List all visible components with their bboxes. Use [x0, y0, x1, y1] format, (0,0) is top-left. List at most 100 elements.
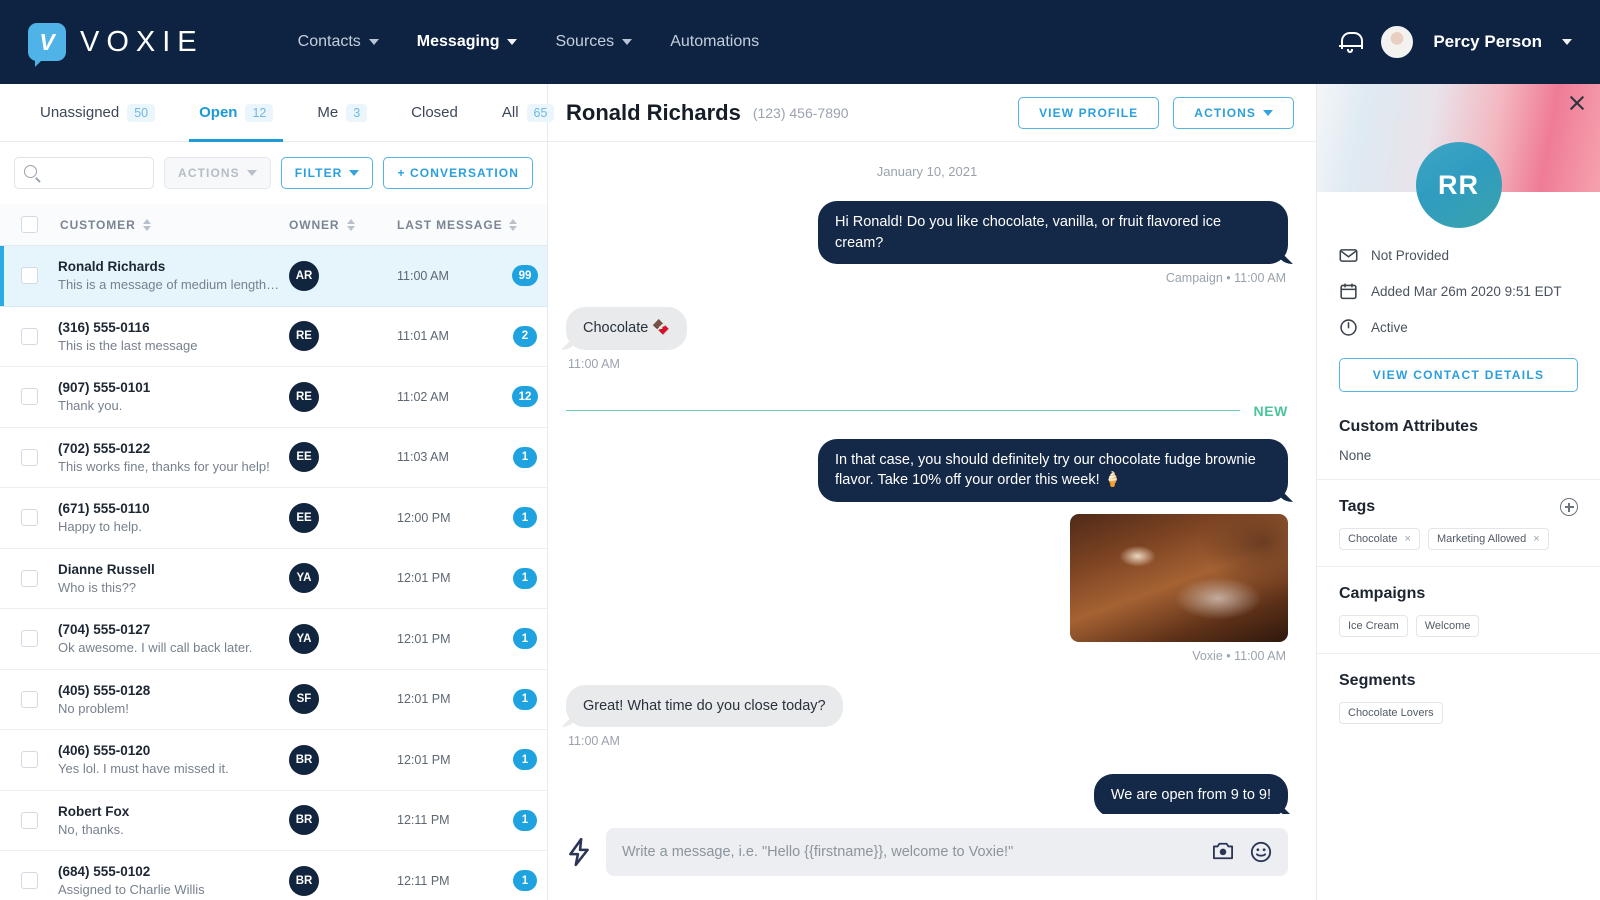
contact-section-empty: None — [1339, 448, 1578, 463]
column-customer-label: CUSTOMER — [60, 218, 136, 232]
view-profile-button[interactable]: VIEW PROFILE — [1018, 97, 1159, 129]
contact-section-title: Tags — [1339, 498, 1578, 516]
message-meta: Campaign • 11:00 AM — [1166, 271, 1286, 285]
new-conversation-label: + CONVERSATION — [397, 166, 519, 180]
conversation-time: 12:00 PM — [397, 511, 503, 525]
chip[interactable]: Chocolate Lovers — [1339, 702, 1443, 724]
message-list[interactable]: January 10, 2021 Hi Ronald! Do you like … — [548, 142, 1316, 814]
select-all-cell — [0, 216, 58, 233]
tab-me[interactable]: Me 3 — [295, 84, 389, 142]
user-avatar[interactable] — [1381, 26, 1413, 58]
camera-icon[interactable] — [1212, 841, 1234, 863]
conversation-list[interactable]: Ronald RichardsThis is a message of medi… — [0, 246, 547, 900]
chip-remove-icon[interactable]: × — [1405, 533, 1411, 545]
conversation-time: 11:03 AM — [397, 450, 503, 464]
row-checkbox-cell — [0, 570, 58, 587]
conversation-time: 12:01 PM — [397, 692, 503, 706]
row-checkbox-cell — [0, 872, 58, 889]
tab-closed[interactable]: Closed — [389, 84, 480, 142]
lightning-bolt-icon[interactable] — [566, 837, 592, 867]
sort-icon[interactable] — [143, 218, 152, 232]
chip[interactable]: Welcome — [1416, 615, 1480, 637]
conversation-row[interactable]: (704) 555-0127Ok awesome. I will call ba… — [0, 609, 547, 670]
view-contact-details-button[interactable]: VIEW CONTACT DETAILS — [1339, 358, 1578, 392]
column-owner[interactable]: OWNER — [289, 218, 397, 232]
conversation-customer-name: (702) 555-0122 — [58, 441, 281, 456]
row-checkbox[interactable] — [21, 751, 38, 768]
conversation-row[interactable]: (702) 555-0122This works fine, thanks fo… — [0, 428, 547, 489]
contact-section-title: Campaigns — [1339, 585, 1578, 603]
conversation-row[interactable]: (907) 555-0101Thank you.RE11:02 AM12 — [0, 367, 547, 428]
tab-me-label: Me — [317, 104, 338, 121]
column-customer[interactable]: CUSTOMER — [58, 218, 289, 232]
tab-open[interactable]: Open 12 — [177, 84, 295, 142]
row-checkbox[interactable] — [21, 630, 38, 647]
chip-label: Marketing Allowed — [1437, 533, 1526, 545]
conversation-row[interactable]: (671) 555-0110Happy to help.EE12:00 PM1 — [0, 488, 547, 549]
conversation-row[interactable]: (406) 555-0120Yes lol. I must have misse… — [0, 730, 547, 791]
conversation-row[interactable]: (316) 555-0116This is the last messageRE… — [0, 307, 547, 368]
sort-icon[interactable] — [347, 218, 356, 232]
owner-initials-avatar: BR — [289, 745, 319, 775]
chocolate-pour-image[interactable] — [1070, 514, 1288, 642]
conversation-row[interactable]: (405) 555-0128No problem!SF12:01 PM1 — [0, 670, 547, 731]
column-last-message[interactable]: LAST MESSAGE — [397, 218, 547, 232]
chip[interactable]: Ice Cream — [1339, 615, 1408, 637]
thread-actions-label: ACTIONS — [1194, 106, 1256, 120]
nav-right-cluster: Percy Person — [1339, 26, 1572, 58]
plus-circle-icon[interactable] — [1560, 498, 1578, 516]
thread-actions-button[interactable]: ACTIONS — [1173, 97, 1294, 129]
new-conversation-button[interactable]: + CONVERSATION — [383, 157, 533, 189]
nav-item-contacts[interactable]: Contacts — [296, 27, 381, 57]
conversation-row[interactable]: (684) 555-0102Assigned to Charlie Willis… — [0, 851, 547, 900]
tab-me-count: 3 — [346, 104, 367, 122]
composer-input-wrapper — [606, 828, 1288, 876]
chevron-down-icon — [349, 170, 359, 176]
contact-details-panel: RR Not Provided Added Mar 26m 2020 9:51 … — [1316, 84, 1600, 900]
conversation-owner-cell: AR — [289, 261, 397, 291]
contact-panel-sections: Custom AttributesNoneTagsChocolate×Marke… — [1317, 400, 1600, 740]
nav-item-messaging-label: Messaging — [417, 33, 500, 51]
row-checkbox[interactable] — [21, 328, 38, 345]
row-checkbox[interactable] — [21, 449, 38, 466]
chip[interactable]: Marketing Allowed × — [1428, 528, 1549, 550]
select-all-checkbox[interactable] — [21, 216, 38, 233]
filter-button[interactable]: FILTER — [281, 157, 374, 189]
nav-item-messaging[interactable]: Messaging — [415, 27, 520, 57]
close-icon[interactable] — [1568, 94, 1586, 112]
row-checkbox[interactable] — [21, 691, 38, 708]
row-checkbox[interactable] — [21, 509, 38, 526]
conversation-row[interactable]: Robert FoxNo, thanks.BR12:11 PM1 — [0, 791, 547, 852]
contact-added-value: Added Mar 26m 2020 9:51 EDT — [1371, 284, 1562, 299]
contact-section: Campaigns Ice Cream Welcome — [1317, 566, 1600, 653]
nav-item-contacts-label: Contacts — [298, 33, 361, 51]
sort-icon[interactable] — [509, 218, 518, 232]
nav-item-sources[interactable]: Sources — [553, 27, 634, 57]
brand-logo[interactable]: V VOXIE — [28, 23, 204, 61]
row-checkbox[interactable] — [21, 812, 38, 829]
bell-icon[interactable] — [1339, 30, 1361, 54]
conversation-tabs: Unassigned 50 Open 12 Me 3 Closed All 65 — [0, 84, 547, 142]
row-checkbox[interactable] — [21, 267, 38, 284]
tab-unassigned[interactable]: Unassigned 50 — [18, 84, 177, 142]
thread-contact-phone: (123) 456-7890 — [753, 105, 849, 121]
contact-avatar: RR — [1416, 142, 1502, 228]
conversation-row[interactable]: Dianne RussellWho is this??YA12:01 PM1 — [0, 549, 547, 610]
row-checkbox[interactable] — [21, 570, 38, 587]
row-checkbox[interactable] — [21, 388, 38, 405]
row-checkbox[interactable] — [21, 872, 38, 889]
chevron-down-icon[interactable] — [1562, 39, 1572, 45]
message-input[interactable] — [622, 844, 1196, 860]
nav-item-automations[interactable]: Automations — [668, 27, 761, 57]
column-owner-label: OWNER — [289, 218, 340, 232]
tab-all[interactable]: All 65 — [480, 84, 577, 142]
conversation-preview: Assigned to Charlie Willis — [58, 882, 281, 897]
unread-count-badge: 1 — [513, 507, 537, 528]
conversation-row[interactable]: Ronald RichardsThis is a message of medi… — [0, 246, 547, 307]
chip-remove-icon[interactable]: × — [1533, 533, 1539, 545]
emoji-smiley-icon[interactable] — [1250, 841, 1272, 863]
list-actions-button[interactable]: ACTIONS — [164, 157, 271, 189]
chip[interactable]: Chocolate× — [1339, 528, 1420, 550]
unread-count-badge: 1 — [513, 810, 537, 831]
view-contact-details-label: VIEW CONTACT DETAILS — [1373, 368, 1545, 382]
